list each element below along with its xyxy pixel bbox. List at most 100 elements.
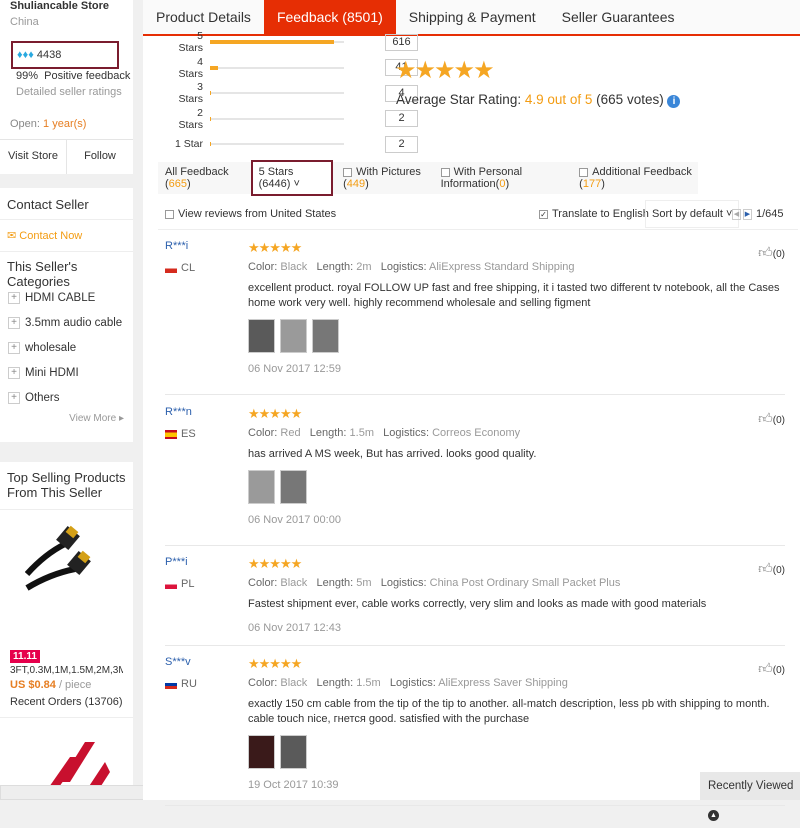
rating-label: 2 Stars	[178, 106, 203, 131]
contact-now-link[interactable]: ✉ Contact Now	[0, 220, 133, 252]
thumbs-up-icon: 👍︎	[758, 560, 773, 576]
review-text: Fastest shipment ever, cable works corre…	[248, 598, 707, 610]
chevron-down-icon: ˅	[293, 178, 300, 190]
product-image[interactable]	[24, 524, 105, 592]
tab-1[interactable]: Feedback (8501)	[263, 0, 396, 34]
rating-fill	[210, 65, 219, 70]
review-item: R***i CL ★★★★★ Color: Black Length: 2m L…	[165, 240, 785, 395]
contact-title: Contact Seller	[0, 188, 133, 220]
review-meta: Color: Black Length: 1.5m Logistics: Ali…	[248, 677, 568, 689]
review-stars: ★★★★★	[248, 556, 302, 571]
category-label: wholesale	[25, 341, 77, 354]
product-title[interactable]: 3FT,0.3M,1M,1.5M,2M,3M,5M	[10, 665, 123, 676]
flag-icon	[165, 429, 177, 439]
rating-bar-row[interactable]: 4 Stars 41	[173, 56, 418, 80]
rating-fill	[210, 91, 212, 95]
tab-3[interactable]: Seller Guarantees	[549, 0, 688, 34]
rating-track	[210, 91, 344, 95]
reviewer-name[interactable]: R***n	[165, 406, 192, 418]
review-photo[interactable]	[280, 319, 307, 353]
category-label: HDMI CABLE	[25, 291, 96, 304]
top-selling-panel: Top Selling Products From This Seller 11…	[0, 462, 133, 800]
category-item[interactable]: + Others	[0, 385, 133, 410]
review-photo[interactable]	[248, 319, 275, 353]
store-score-box: ♦♦♦ 4438	[11, 41, 119, 69]
filter-all[interactable]: All Feedback (665)	[165, 166, 243, 190]
rating-label: 5 Stars	[178, 30, 203, 54]
reviewer-country: PL	[165, 578, 194, 590]
review-meta: Color: Black Length: 2m Logistics: AliEx…	[248, 261, 575, 273]
diamond-icon: ♦♦♦	[17, 49, 34, 61]
rating-track	[210, 142, 344, 146]
positive-feedback: 99% Positive feedback	[16, 70, 131, 82]
tab-0[interactable]: Product Details	[143, 0, 264, 34]
thumbs-up-icon: 👍︎	[758, 244, 773, 260]
star-filter-select[interactable]: 5 Stars (6446) ˅	[250, 160, 334, 196]
thumbs-up-icon: 👍︎	[758, 410, 773, 426]
prev-page-button[interactable]: ◀	[732, 208, 741, 220]
review-date: 06 Nov 2017 00:00	[248, 514, 341, 526]
view-more-link[interactable]: View More ▸	[0, 413, 133, 424]
review-photo[interactable]	[248, 735, 275, 769]
rating-track	[210, 116, 344, 121]
review-photo[interactable]	[280, 735, 307, 769]
reviewer-name[interactable]: P***i	[165, 556, 188, 568]
helpful-button[interactable]: 👍︎(0)	[758, 244, 785, 261]
category-label: Mini HDMI	[25, 366, 79, 379]
flag-icon	[165, 579, 177, 589]
plus-icon: +	[8, 316, 20, 329]
category-label: Others	[25, 391, 60, 404]
mail-icon: ✉	[7, 230, 17, 242]
helpful-button[interactable]: 👍︎(0)	[758, 410, 785, 427]
page-indicator: 1/645	[756, 208, 784, 220]
rating-bar-row[interactable]: 3 Stars 4	[173, 81, 418, 105]
translate-checkbox[interactable]: ✓ Translate to English	[539, 208, 649, 220]
reviewer-country: ES	[165, 428, 196, 440]
category-item[interactable]: + wholesale	[0, 335, 133, 360]
rating-bar-row[interactable]: 1 Star 2	[173, 135, 418, 153]
store-name[interactable]: Shuliancable Store	[10, 0, 109, 12]
category-item[interactable]: +3.5mm audio cable	[0, 310, 133, 335]
sale-badge: 11.11	[10, 650, 40, 663]
review-photo[interactable]	[312, 319, 339, 353]
tab-2[interactable]: Shipping & Payment	[396, 0, 549, 34]
info-icon[interactable]: i	[667, 95, 681, 108]
helpful-button[interactable]: 👍︎(0)	[758, 660, 785, 677]
top-selling-title: Top Selling Products From This Seller	[0, 462, 133, 510]
review-meta: Color: Red Length: 1.5m Logistics: Corre…	[248, 427, 521, 439]
store-score: 4438	[36, 49, 62, 61]
rating-track	[210, 40, 344, 44]
reviewer-name[interactable]: R***i	[165, 240, 188, 252]
helpful-button[interactable]: 👍︎(0)	[758, 560, 785, 577]
rating-label: 3 Stars	[178, 81, 203, 105]
visit-store-button[interactable]: Visit Store	[0, 140, 67, 174]
review-photo[interactable]	[280, 470, 307, 504]
store-panel: Shuliancable Store China ♦♦♦ 4438 99% Po…	[0, 0, 133, 174]
rating-fill	[210, 142, 212, 146]
review-stars: ★★★★★	[248, 240, 302, 255]
filter-pictures[interactable]: With Pictures (449)	[343, 166, 433, 190]
follow-button[interactable]: Follow	[67, 140, 133, 174]
next-page-button[interactable]: ▶	[743, 208, 752, 220]
detailed-ratings[interactable]: Detailed seller ratings	[16, 86, 122, 98]
flag-icon	[165, 263, 177, 273]
rating-fill	[210, 116, 212, 121]
review-photo[interactable]	[248, 470, 275, 504]
contact-panel: Contact Seller ✉ Contact Now This Seller…	[0, 188, 133, 442]
rating-count: 2	[385, 110, 418, 127]
open-duration: Open: 1 year(s)	[10, 118, 87, 130]
filter-additional[interactable]: Additional Feedback (177)	[579, 166, 698, 190]
rating-bar-row[interactable]: 2 Stars 2	[173, 107, 418, 131]
rating-bar-row[interactable]: 5 Stars 616	[173, 30, 418, 54]
review-item: S***v RU ★★★★★ Color: Black Length: 1.5m…	[165, 656, 785, 806]
filter-personal[interactable]: With Personal Information(0)	[440, 166, 570, 190]
rating-count: 616	[385, 33, 418, 51]
chevron-up-icon: ▲	[708, 810, 719, 821]
us-reviews-checkbox[interactable]: View reviews from United States	[165, 208, 336, 220]
reviewer-name[interactable]: S***v	[165, 656, 191, 668]
category-item[interactable]: + Mini HDMI	[0, 360, 133, 385]
recently-viewed-button[interactable]: Recently Viewed ▲	[700, 772, 800, 821]
rating-label: 1 Star	[174, 138, 203, 150]
flag-icon	[165, 679, 177, 689]
sort-select[interactable]: Sort by default ˅	[645, 200, 740, 228]
